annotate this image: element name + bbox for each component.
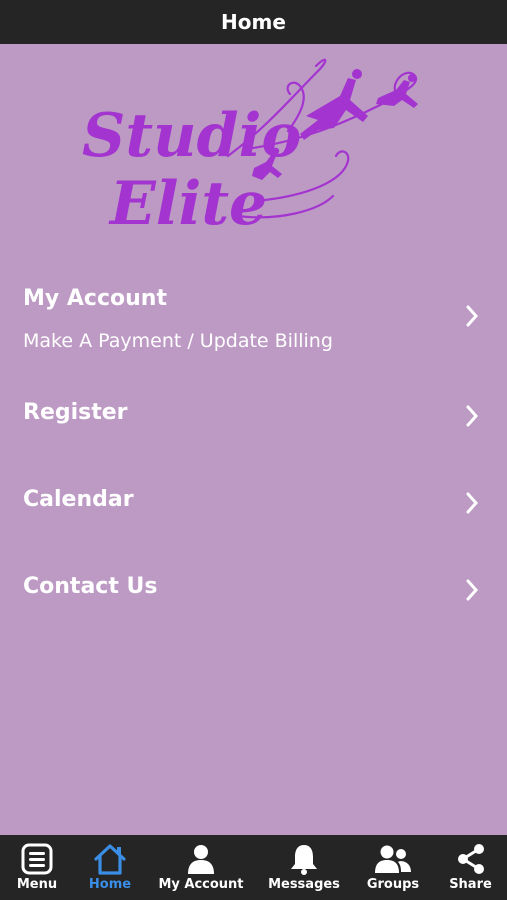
menu-item-title: Contact Us (23, 574, 158, 599)
tab-label: Share (449, 877, 492, 892)
menu-item-title: Register (23, 400, 128, 425)
tab-label: Home (88, 877, 132, 892)
menu-item-title: My Account (23, 286, 167, 311)
app-screen: Home Studio Elite My Account Make A Paym… (0, 0, 507, 900)
menu-item-calendar[interactable]: Calendar (0, 472, 507, 532)
tab-groups[interactable]: Groups (352, 835, 434, 900)
tab-messages[interactable]: Messages (256, 835, 352, 900)
studio-elite-logo: Studio Elite (82, 58, 418, 239)
tab-home[interactable]: Home (74, 835, 146, 900)
tab-my-account[interactable]: My Account (146, 835, 256, 900)
bell-icon (291, 845, 317, 875)
share-icon (457, 844, 484, 874)
menu-icon (21, 843, 53, 875)
menu-item-register[interactable]: Register (0, 385, 507, 445)
home-icon (94, 844, 126, 875)
chevron-right-icon (466, 492, 479, 514)
chevron-right-icon (466, 579, 479, 601)
tab-label: Messages (268, 877, 340, 892)
menu-item-my-account[interactable]: My Account Make A Payment / Update Billi… (0, 270, 507, 370)
menu-item-contact-us[interactable]: Contact Us (0, 559, 507, 619)
menu-item-subtitle: Make A Payment / Update Billing (23, 330, 333, 352)
page-title: Home (221, 10, 286, 34)
logo-line-2: Elite (108, 169, 267, 239)
user-icon (188, 845, 214, 874)
chevron-right-icon (466, 405, 479, 427)
top-bar: Home (0, 0, 507, 44)
tab-label: My Account (158, 877, 244, 892)
tab-menu[interactable]: Menu (0, 835, 74, 900)
bottom-tab-bar: Menu Home My Account Messages Groups Sha… (0, 835, 507, 900)
chevron-right-icon (466, 305, 479, 327)
group-icon (375, 845, 411, 873)
logo-line-1: Studio (82, 101, 301, 171)
tab-share[interactable]: Share (434, 835, 507, 900)
tab-label: Groups (366, 877, 420, 892)
tab-label: Menu (16, 877, 58, 892)
menu-item-title: Calendar (23, 487, 134, 512)
